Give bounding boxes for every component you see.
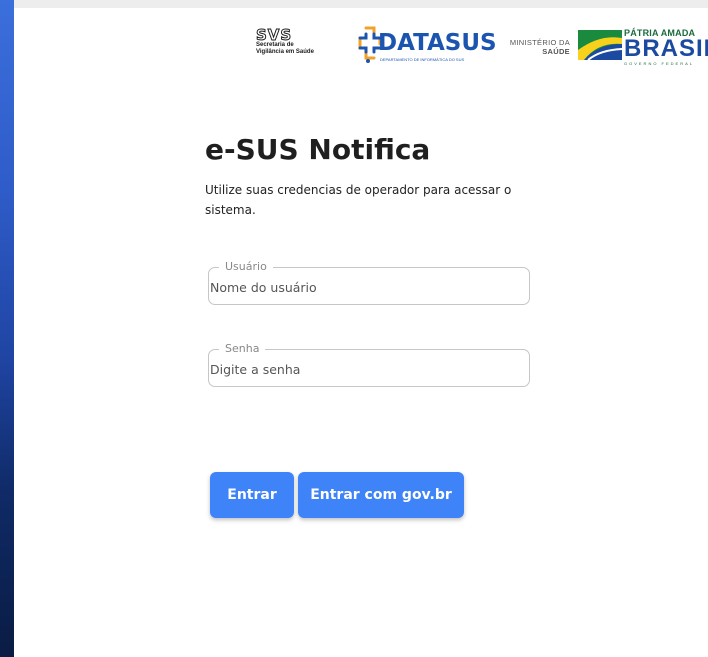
password-field[interactable]: Senha [208,342,530,387]
datasus-logo: DATASUS DEPARTAMENTO DE INFORMÁTICA DO S… [356,24,497,68]
username-field[interactable]: Usuário [208,260,530,305]
patria-amada-brasil-logo: PÁTRIA AMADA BRASIL GOVERNO FEDERAL [624,28,708,66]
login-govbr-button[interactable]: Entrar com gov.br [298,472,464,518]
ministerio-line2: SAÚDE [542,47,570,56]
page-subtitle: Utilize suas credencias de operador para… [205,183,512,217]
svs-logo: SVS Secretaria de Vigilância em Saúde [256,26,338,68]
datasus-logo-caption: DEPARTAMENTO DE INFORMÁTICA DO SUS [380,57,465,62]
username-input[interactable] [209,276,510,298]
background-side-panel [0,0,14,657]
ministerio-line1: MINISTÉRIO DA [509,38,570,47]
header-logos: SVS Secretaria de Vigilância em Saúde DA… [0,22,708,72]
brasil-flag-icon [578,30,622,60]
datasus-logo-text: DATASUS [378,30,497,56]
login-button[interactable]: Entrar [210,472,294,518]
page-title: e-SUS Notifica [205,133,431,166]
svs-logo-mark: SVS [256,26,293,44]
username-label: Usuário [219,260,273,273]
password-input[interactable] [209,358,510,380]
governo-federal-text: GOVERNO FEDERAL [624,61,695,66]
svs-logo-caption: Secretaria de Vigilância em Saúde [256,42,314,55]
password-label: Senha [219,342,266,355]
top-bar [0,0,708,8]
brasil-text: BRASIL [624,35,708,62]
ministerio-saude-logo: MINISTÉRIO DA SAÚDE [504,38,570,56]
